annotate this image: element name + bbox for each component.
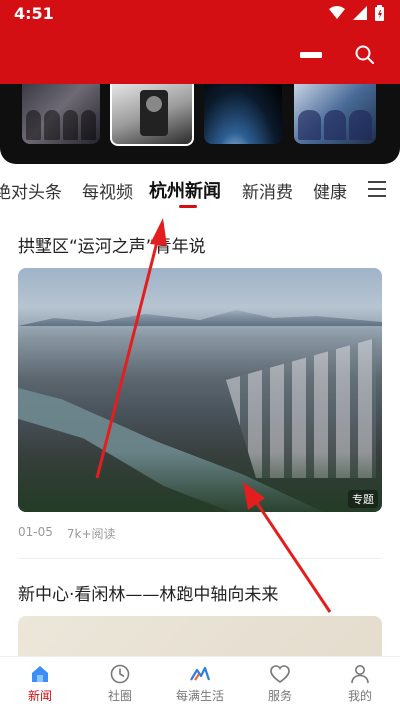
search-icon[interactable]: [354, 44, 376, 66]
more-channels-icon[interactable]: [368, 181, 386, 197]
signal-icon: [353, 6, 367, 20]
tab-health[interactable]: 健康: [313, 178, 347, 203]
article-meta: 01-05 7k+阅读: [18, 525, 116, 542]
tab-video[interactable]: 每视频: [82, 178, 133, 203]
nav-label: 我的: [347, 689, 372, 703]
banner-thumbnail[interactable]: [204, 84, 282, 144]
article-image[interactable]: 专题: [18, 268, 382, 512]
person-icon: [351, 665, 369, 684]
channel-tabs: 绝对头条 每视频 杭州新闻 新消费 健康: [0, 168, 400, 212]
battery-icon: [375, 5, 384, 21]
heart-icon: [270, 665, 290, 683]
topic-badge: 专题: [348, 490, 378, 508]
nav-community[interactable]: 社圈: [80, 663, 160, 704]
system-icons: [329, 5, 384, 21]
life-logo-icon: [190, 666, 211, 681]
tab-headlines[interactable]: 绝对头条: [0, 178, 62, 203]
nav-label: 新闻: [27, 689, 52, 703]
divider: [18, 558, 382, 559]
wifi-icon: [329, 6, 345, 19]
bottom-navigation: 新闻 社圈 每满生活 服务 我的: [0, 656, 400, 711]
status-bar: 4:51: [0, 0, 400, 28]
article-reads: 7k+阅读: [66, 527, 116, 541]
clock-icon: [110, 664, 130, 684]
status-time: 4:51: [14, 4, 54, 23]
nav-label: 每满生活: [175, 689, 224, 703]
banner-thumbnail[interactable]: [110, 84, 194, 146]
banner-thumbnail[interactable]: [294, 84, 376, 144]
nav-profile[interactable]: 我的: [320, 663, 400, 704]
header-menu-button[interactable]: [300, 52, 322, 58]
article-title[interactable]: 新中心·看闲林——林跑中轴向未来: [18, 580, 382, 605]
home-icon: [32, 666, 48, 682]
active-tab-indicator: [179, 205, 197, 208]
nav-life[interactable]: 每满生活: [160, 663, 240, 704]
app-header: [0, 28, 400, 86]
nav-services[interactable]: 服务: [240, 663, 320, 704]
tab-hangzhou-news[interactable]: 杭州新闻: [149, 177, 221, 203]
article-title[interactable]: 拱墅区“运河之声”青年说: [18, 232, 382, 257]
nav-label: 服务: [267, 689, 292, 703]
nav-news[interactable]: 新闻: [0, 663, 80, 704]
tab-consumption[interactable]: 新消费: [242, 178, 293, 203]
banner-carousel[interactable]: [0, 84, 400, 164]
article-date: 01-05: [18, 525, 53, 539]
banner-thumbnail[interactable]: [22, 84, 100, 144]
nav-label: 社圈: [107, 689, 132, 703]
